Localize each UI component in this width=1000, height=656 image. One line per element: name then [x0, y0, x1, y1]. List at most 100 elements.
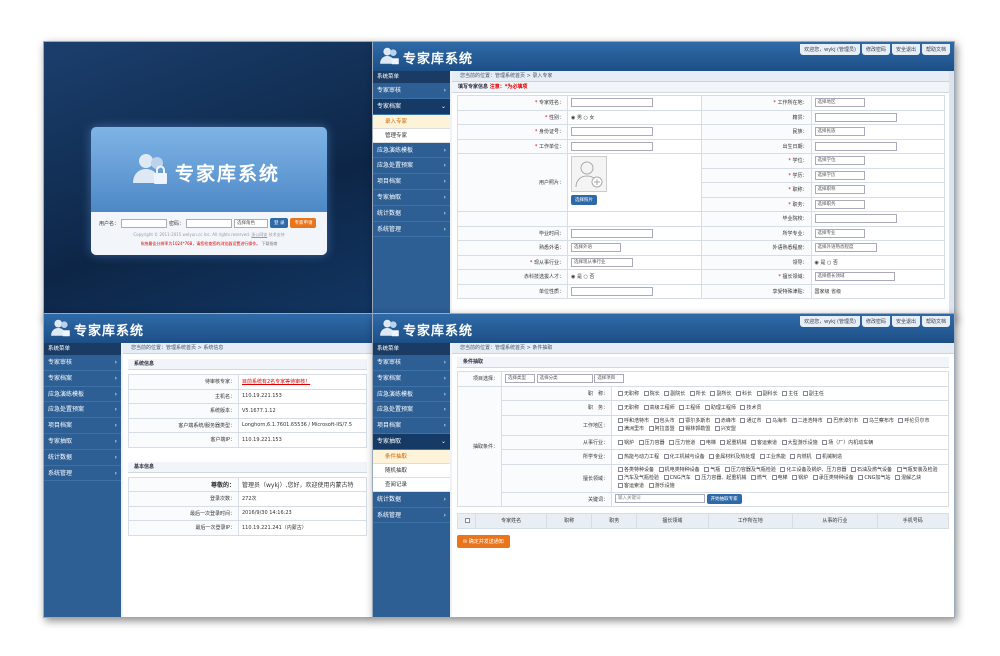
checkbox-option[interactable]: 化工设备及锅炉、压力容器: [777, 467, 846, 473]
menu-item[interactable]: 系统管理 ›: [373, 222, 450, 238]
checkbox[interactable]: [709, 454, 715, 460]
menu-item[interactable]: 系统管理 ›: [44, 466, 121, 482]
checkbox-option[interactable]: 热能与动力工程: [615, 454, 659, 460]
menu-item[interactable]: 专家抽取 ›: [373, 190, 450, 206]
scrollbar[interactable]: [949, 71, 954, 318]
change-password-link[interactable]: 修改密码: [861, 316, 890, 327]
domain-checkboxes[interactable]: 各类特种设备 机电类特种设备 气瓶 压力容器及气瓶检验 化工设备及锅炉、压力容器…: [611, 463, 949, 493]
checkbox[interactable]: [643, 405, 649, 411]
checkbox-option[interactable]: 乌兰察布市: [860, 418, 894, 424]
menu-item[interactable]: 专家抽取 ›: [44, 434, 121, 450]
checkbox[interactable]: [792, 475, 798, 480]
menu-item[interactable]: 项目档案 ›: [373, 418, 450, 434]
select-photo-button[interactable]: 选择照片: [571, 195, 597, 205]
school-input[interactable]: [814, 214, 897, 224]
checkbox-option[interactable]: 压力容器及气瓶检验: [722, 467, 776, 473]
menu-item[interactable]: 应急处置预案 ›: [44, 402, 121, 419]
project-select[interactable]: 选择项目: [594, 374, 625, 384]
checkbox[interactable]: [638, 439, 644, 445]
checkbox-option[interactable]: 金属材料及热处理: [706, 454, 755, 460]
major-checkboxes[interactable]: 热能与动力工程 化工机械与设备 金属材料及热处理 工业热能 内燃机 机械制造: [611, 449, 949, 465]
checkbox-option[interactable]: 压力容器: [636, 439, 665, 446]
checkbox-option[interactable]: 巴彦淖尔市: [824, 418, 858, 424]
select-all-checkbox[interactable]: [465, 517, 470, 523]
checkbox[interactable]: [618, 439, 623, 445]
login-button[interactable]: 登 录: [270, 218, 289, 228]
logout-link[interactable]: 安全退出: [891, 44, 920, 55]
checkbox-option[interactable]: 科长: [733, 390, 752, 397]
checkbox[interactable]: [618, 454, 623, 460]
submenu-item-active[interactable]: 录入专家: [373, 114, 450, 129]
checkbox-option[interactable]: 满洲里市: [615, 426, 644, 432]
checkbox-option[interactable]: 电梯: [697, 439, 716, 446]
checkbox-option[interactable]: 工业热能: [757, 454, 786, 460]
menu-item[interactable]: 应急演练模板 ›: [373, 143, 450, 159]
checkbox[interactable]: [618, 390, 623, 396]
area-checkboxes[interactable]: 呼和浩特市 包头市 鄂尔多斯市 赤峰市 通辽市 乌海市 二连浩特市 巴彦淖尔市 …: [611, 414, 949, 436]
checkbox[interactable]: [679, 405, 685, 411]
role-select[interactable]: 选择角色: [234, 218, 269, 228]
checkbox-option[interactable]: 气瓶: [701, 467, 720, 473]
help-link[interactable]: 帮助文档: [921, 316, 950, 327]
submenu-item[interactable]: 管理专家: [373, 128, 450, 143]
checkbox[interactable]: [802, 390, 808, 396]
checkbox-option[interactable]: 客运索道: [748, 439, 777, 446]
checkbox[interactable]: [689, 390, 695, 396]
checkbox[interactable]: [858, 475, 864, 480]
checkbox[interactable]: [720, 439, 726, 445]
checkbox-option[interactable]: 混解乙炔: [892, 475, 921, 481]
checkbox-option[interactable]: 燃气: [748, 475, 767, 481]
change-password-link[interactable]: 修改密码: [861, 44, 890, 55]
checkbox-option[interactable]: 二连浩特市: [789, 418, 823, 424]
checkbox[interactable]: [862, 418, 868, 423]
checkbox[interactable]: [714, 418, 720, 423]
ethnicity-select[interactable]: 选择民族: [814, 127, 865, 137]
name-input[interactable]: [571, 98, 653, 108]
checkbox-option[interactable]: 乌海市: [763, 418, 787, 424]
talent-radio[interactable]: ◉ 是 ○ 否: [567, 269, 702, 285]
checkbox-option[interactable]: 石油及燃气设备: [848, 467, 892, 473]
title-checkboxes[interactable]: 无职称 院长 副院长 所长 副所长 科长 副科长 主任 副主任: [611, 385, 949, 401]
checkbox[interactable]: [740, 418, 746, 423]
checkbox-option[interactable]: 机电类特种设备: [656, 467, 700, 473]
checkbox-option[interactable]: CNG汽车: [661, 475, 691, 481]
checkbox[interactable]: [669, 439, 675, 445]
checkbox-option[interactable]: 化工机械与设备: [661, 454, 705, 460]
education-select[interactable]: 选择学历: [814, 170, 865, 180]
submenu-item[interactable]: 查阅记录: [373, 477, 450, 492]
grad-date-input[interactable]: [571, 228, 653, 238]
menu-item[interactable]: 系统管理 ›: [373, 508, 450, 524]
title-select[interactable]: 选择职称: [814, 185, 865, 195]
language-level-select[interactable]: 选择外语熟悉程度: [814, 243, 877, 253]
checkbox-option[interactable]: 阿拉善盟: [646, 426, 675, 432]
checkbox-option[interactable]: 起重机械: [717, 439, 746, 446]
checkbox[interactable]: [695, 475, 701, 480]
region-select[interactable]: 选择地区: [814, 98, 865, 108]
checkbox-option[interactable]: 压力容器、起重机械: [692, 475, 746, 481]
checkbox[interactable]: [766, 418, 772, 423]
start-extract-button[interactable]: 开始抽取专家: [706, 494, 742, 505]
checkbox[interactable]: [679, 418, 685, 423]
checkbox[interactable]: [736, 390, 742, 396]
pending-experts-link[interactable]: 目前系统有2名专家等待审核！: [238, 374, 367, 390]
checkbox[interactable]: [704, 467, 710, 472]
checkbox[interactable]: [895, 475, 901, 480]
checkbox[interactable]: [664, 390, 670, 396]
checkbox-option[interactable]: 气瓶安装及检验: [894, 467, 938, 473]
menu-item[interactable]: 统计数据 ›: [44, 450, 121, 466]
checkbox-option[interactable]: 主任: [779, 390, 798, 397]
checkbox[interactable]: [699, 439, 705, 445]
checkbox[interactable]: [618, 475, 623, 480]
checkbox[interactable]: [618, 405, 623, 411]
checkbox[interactable]: [771, 475, 777, 480]
checkbox-option[interactable]: 无职称: [615, 405, 639, 411]
checkbox[interactable]: [781, 439, 787, 445]
menu-item[interactable]: 专家审核 ›: [373, 83, 450, 99]
checkbox-option[interactable]: 汽车及气瓶检验: [615, 475, 659, 481]
checkbox[interactable]: [827, 418, 833, 423]
checkbox-option[interactable]: 所长: [687, 390, 706, 397]
checkbox[interactable]: [618, 467, 623, 472]
menu-item[interactable]: 专家审核 ›: [44, 355, 121, 371]
checkbox-option[interactable]: 兴安盟: [712, 426, 736, 432]
checkbox[interactable]: [679, 426, 685, 431]
